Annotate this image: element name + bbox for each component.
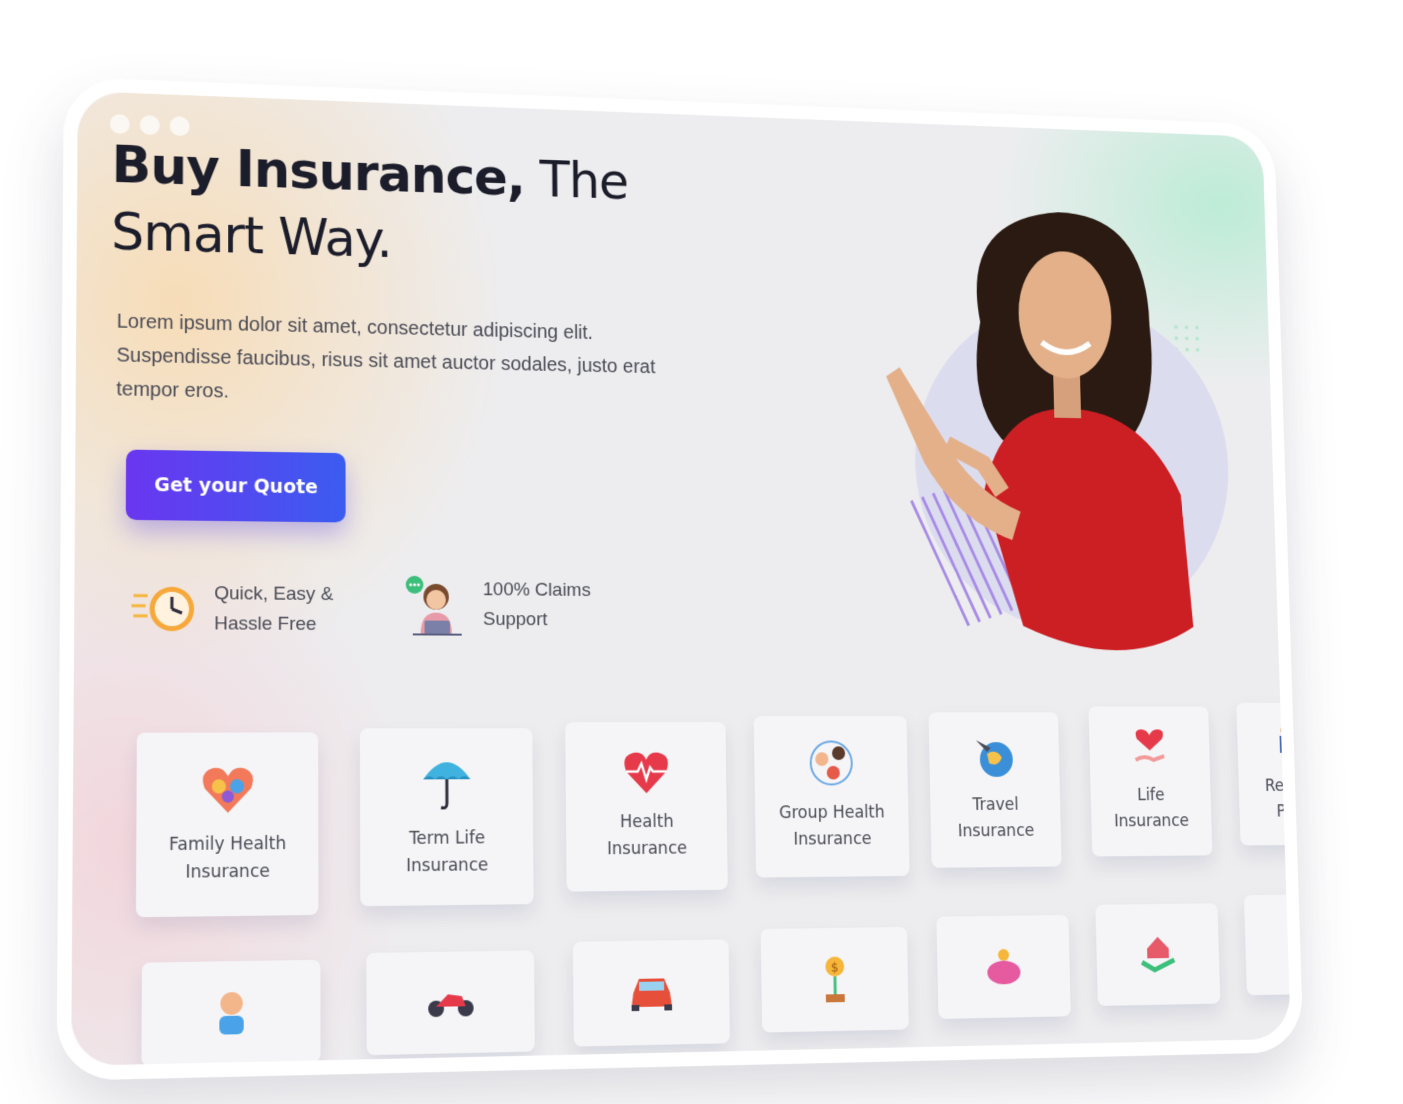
card-label: Retiren Plan bbox=[1265, 774, 1291, 826]
card-line2: Insurance bbox=[793, 829, 872, 850]
category-card-two-wheeler[interactable] bbox=[366, 950, 535, 1056]
dot-pattern bbox=[1174, 325, 1200, 352]
card-line2: Insurance bbox=[406, 855, 489, 877]
piggy-bank-icon bbox=[987, 948, 1021, 985]
feature-claims-support: 100% Claims Support bbox=[405, 573, 591, 638]
feature-claims-support-text: 100% Claims Support bbox=[483, 575, 591, 635]
hero-title-rest: The bbox=[539, 150, 629, 212]
feature-line2: Hassle Free bbox=[214, 613, 317, 635]
heart-hand-icon bbox=[1131, 729, 1168, 769]
baby-icon bbox=[219, 991, 244, 1035]
money-plant-icon: $ bbox=[825, 956, 845, 1003]
hero-title-line2: Smart Way. bbox=[110, 202, 392, 270]
card-line2: Plan bbox=[1276, 802, 1291, 822]
family-heart-icon bbox=[202, 767, 253, 813]
card-line1: Life bbox=[1136, 785, 1165, 806]
category-card-health[interactable]: Health Insurance bbox=[565, 722, 728, 892]
car-icon bbox=[631, 978, 673, 1012]
card-line2: Insurance bbox=[606, 838, 688, 860]
heartbeat-icon bbox=[622, 752, 670, 794]
card-label: Group Health Insurance bbox=[779, 800, 886, 854]
category-card-term-life[interactable]: Term Life Insurance bbox=[359, 728, 534, 907]
card-label: Life Insurance bbox=[1113, 783, 1189, 835]
tablet-device-frame: Buy Insurance, The Smart Way. Lorem ipsu… bbox=[56, 76, 1304, 1081]
umbrella-icon bbox=[423, 762, 471, 810]
card-label: Travel Insurance bbox=[957, 792, 1035, 845]
card-line2: Insurance bbox=[1113, 811, 1190, 832]
category-card-life[interactable]: Life Insurance bbox=[1088, 706, 1213, 857]
building-icon bbox=[1287, 930, 1291, 964]
motorcycle-icon bbox=[428, 994, 474, 1018]
elderly-couple-icon bbox=[1279, 725, 1291, 753]
globe-plane-icon bbox=[975, 740, 1014, 777]
card-line2: Insurance bbox=[185, 861, 270, 883]
hero-description: Lorem ipsum dolor sit amet, consectetur … bbox=[116, 310, 656, 403]
card-label: Term Life Insurance bbox=[406, 825, 488, 880]
category-card-car[interactable] bbox=[572, 939, 730, 1047]
card-line1: Group Health bbox=[778, 802, 885, 824]
feature-line1: 100% Claims bbox=[482, 579, 591, 601]
card-line1: Family Health bbox=[168, 833, 287, 856]
category-card-commercial[interactable] bbox=[1243, 893, 1291, 996]
category-card-child[interactable] bbox=[141, 959, 321, 1066]
card-label: Health Insurance bbox=[607, 809, 688, 863]
card-line1: Health bbox=[619, 811, 674, 833]
card-line1: Term Life bbox=[409, 828, 486, 849]
clock-icon bbox=[131, 586, 195, 632]
home-handshake-icon bbox=[1138, 936, 1179, 976]
card-line2: Insurance bbox=[957, 821, 1035, 842]
app-screen: Buy Insurance, The Smart Way. Lorem ipsu… bbox=[71, 90, 1291, 1066]
category-card-group-health[interactable]: Group Health Insurance bbox=[753, 716, 910, 878]
svg-text:$: $ bbox=[831, 960, 839, 975]
hero-title: Buy Insurance, The Smart Way. bbox=[111, 132, 629, 281]
card-line1: Travel bbox=[972, 795, 1019, 815]
feature-quick-easy-text: Quick, Easy & Hassle Free bbox=[214, 579, 333, 640]
feature-quick-easy: Quick, Easy & Hassle Free bbox=[131, 578, 333, 640]
category-card-retirement[interactable]: Retiren Plan bbox=[1236, 702, 1291, 846]
feature-line1: Quick, Easy & bbox=[214, 583, 334, 606]
card-line1: Retiren bbox=[1264, 776, 1291, 796]
category-card-family-health[interactable]: Family Health Insurance bbox=[135, 732, 319, 918]
category-card-investment[interactable]: $ bbox=[760, 926, 909, 1033]
feature-line2: Support bbox=[482, 609, 548, 631]
category-card-savings[interactable] bbox=[936, 914, 1071, 1019]
category-card-home[interactable] bbox=[1095, 903, 1221, 1006]
hero-title-bold: Buy Insurance, bbox=[111, 135, 526, 209]
support-agent-icon bbox=[405, 575, 466, 637]
get-quote-button[interactable]: Get your Quote bbox=[125, 449, 346, 523]
hero-portrait bbox=[885, 209, 1234, 651]
group-people-icon bbox=[808, 739, 854, 786]
card-label: Family Health Insurance bbox=[169, 831, 286, 887]
category-card-travel[interactable]: Travel Insurance bbox=[928, 712, 1062, 868]
